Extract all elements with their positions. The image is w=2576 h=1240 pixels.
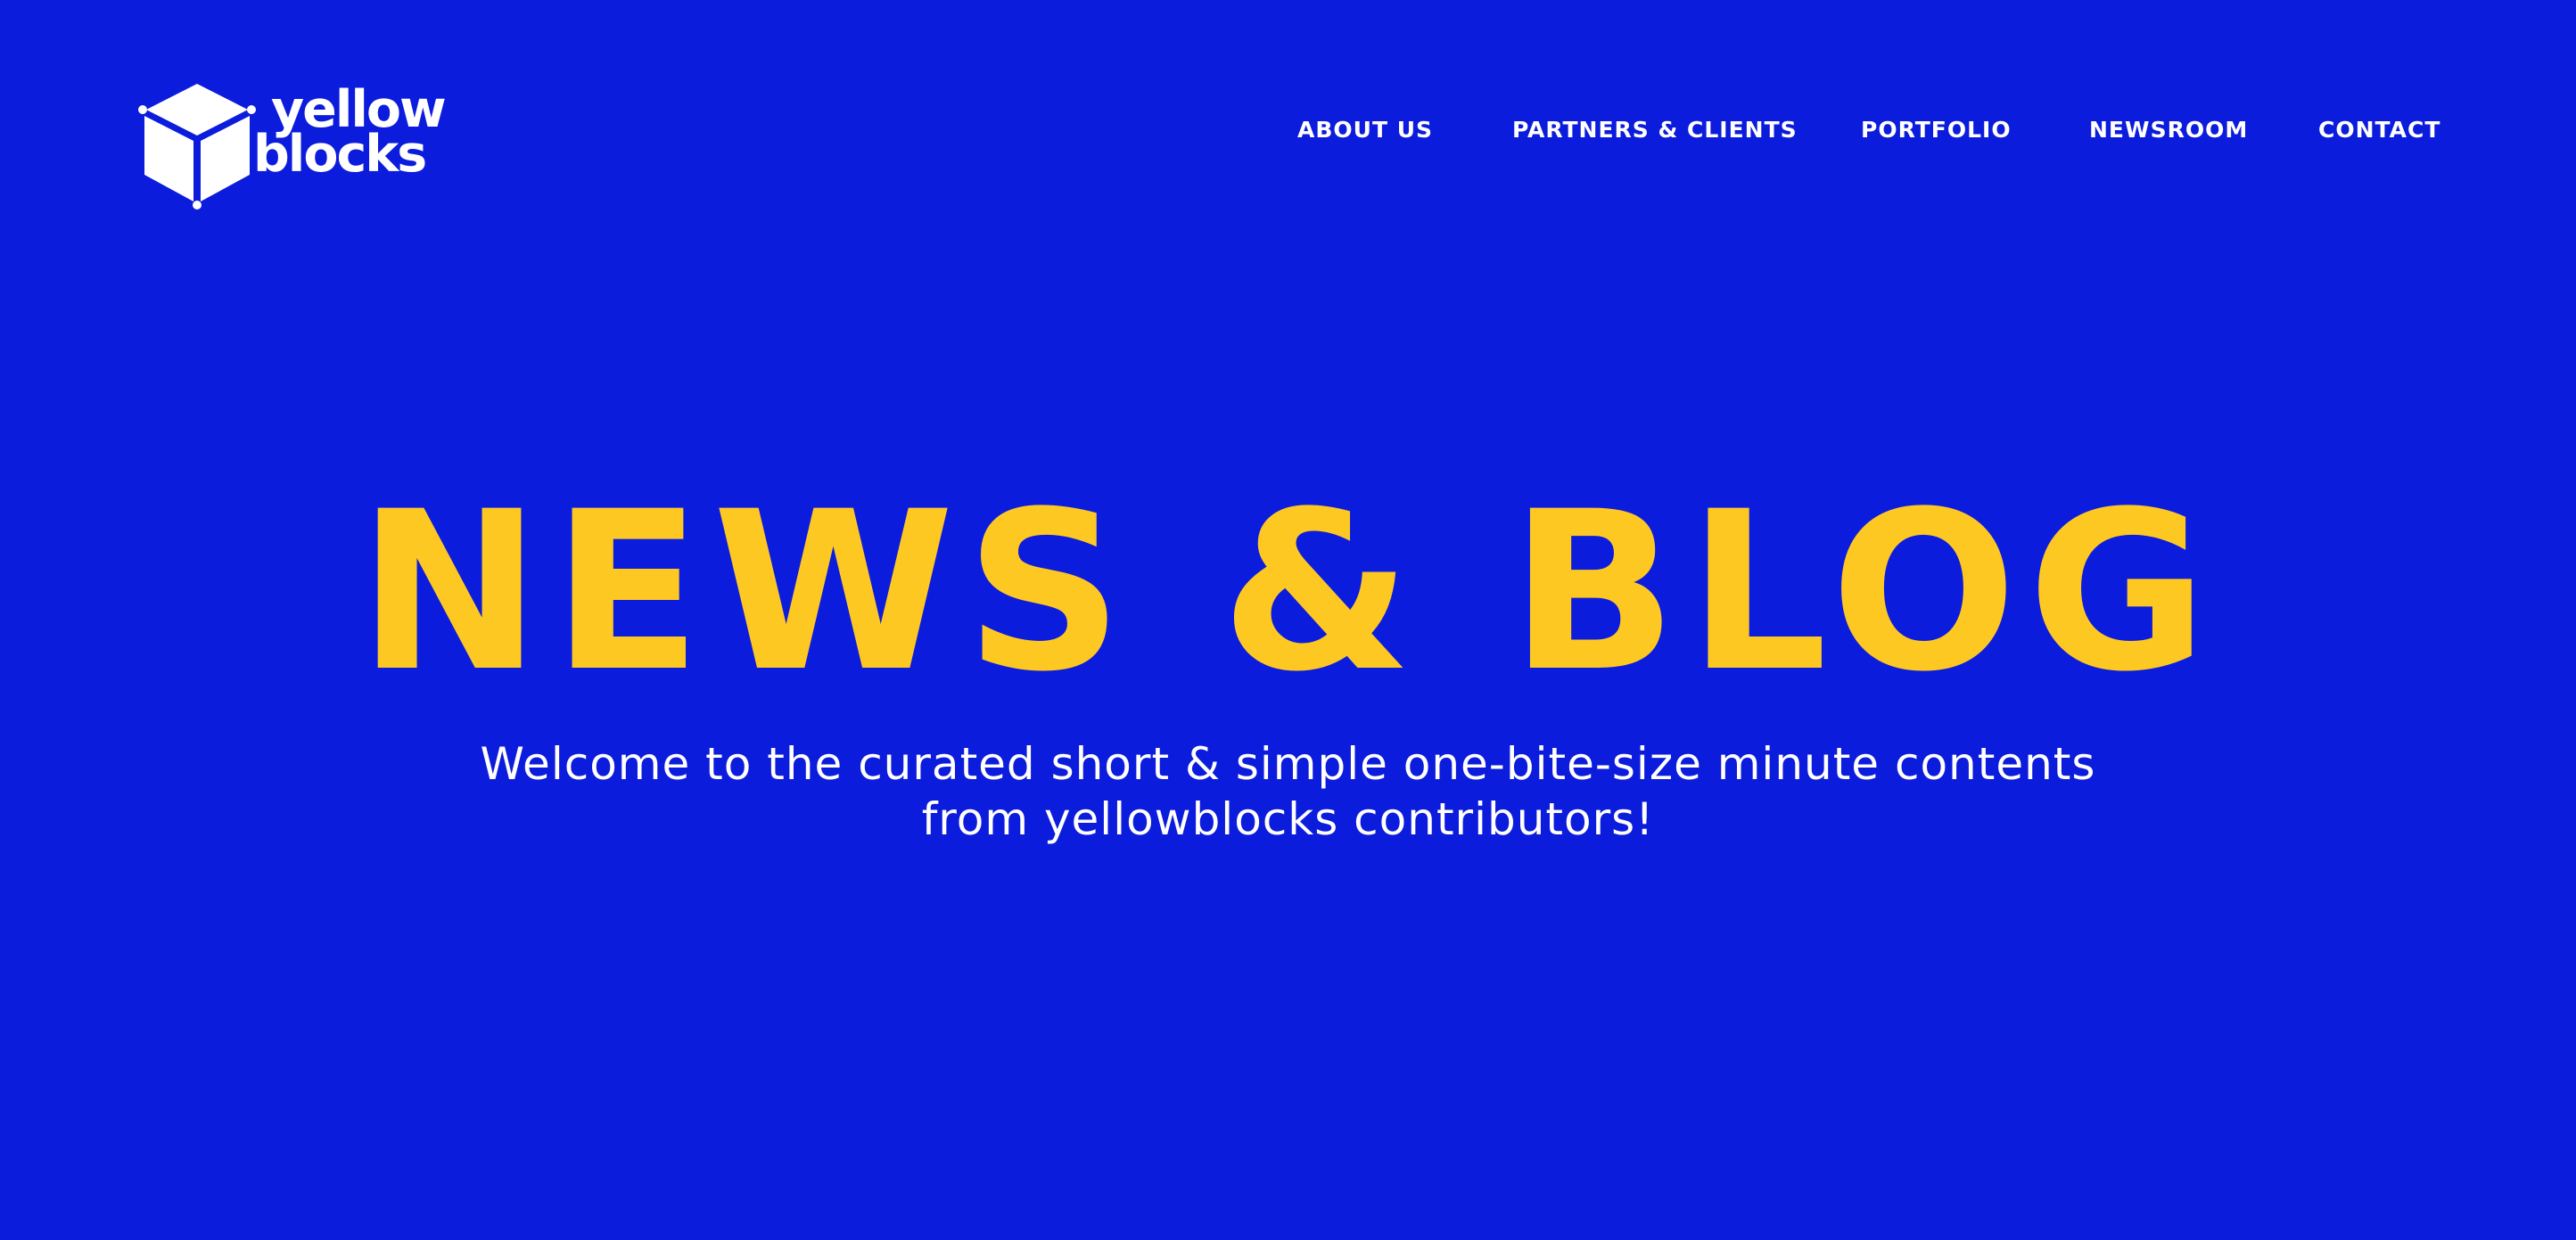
nav-item-contact[interactable]: CONTACT (2318, 112, 2440, 148)
hero-subtitle-line-1: Welcome to the curated short & simple on… (480, 738, 2096, 790)
nav-item-partners-clients[interactable]: PARTNERS & CLIENTS (1512, 112, 1798, 148)
nav-item-newsroom[interactable]: NEWSROOM (2089, 112, 2248, 148)
hero-subtitle: Welcome to the curated short & simple on… (0, 736, 2576, 847)
nav-item-portfolio[interactable]: PORTFOLIO (1861, 112, 2012, 148)
main-nav: ABOUT US PARTNERS & CLIENTS PORTFOLIO NE… (0, 112, 2576, 148)
hero-subtitle-line-2: from yellowblocks contributors! (921, 793, 1655, 845)
hero-title: NEWS & BLOG (358, 465, 2218, 720)
nav-item-about-us[interactable]: ABOUT US (1297, 112, 1433, 148)
